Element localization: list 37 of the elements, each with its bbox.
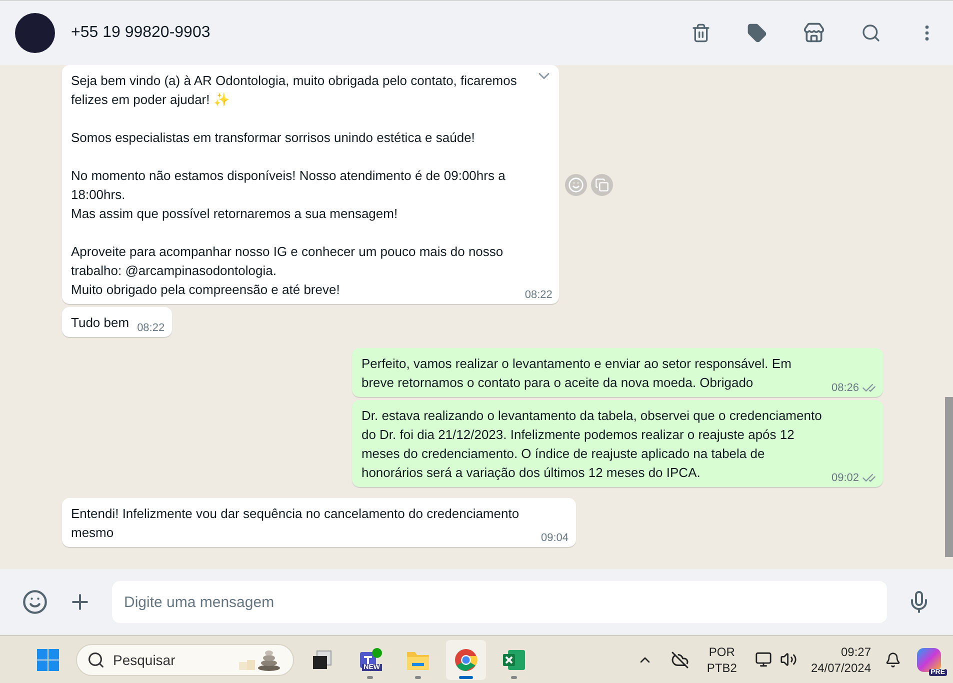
clock-date[interactable]: 24/07/2024 [810, 660, 871, 676]
tag-icon[interactable] [747, 23, 767, 43]
windows-start-icon[interactable] [36, 648, 60, 672]
emoji-icon[interactable] [22, 589, 48, 615]
stones-candles-drawing [237, 648, 283, 672]
message-text: Tudo bem [71, 314, 130, 332]
task-view-icon [311, 648, 333, 670]
taskbar-search-field[interactable]: Pesquisar [76, 644, 294, 676]
message-time: 08:22 [137, 321, 165, 335]
scrollbar[interactable] [945, 397, 953, 557]
cloud-off-icon[interactable] [670, 650, 689, 668]
bell-icon[interactable] [885, 652, 901, 668]
store-icon[interactable] [803, 22, 825, 44]
volume-icon[interactable] [780, 651, 797, 668]
spreadsheet-icon [502, 648, 526, 670]
contact-name[interactable]: +55 19 99820-9903 [71, 24, 655, 42]
search-icon [87, 650, 105, 668]
message-input[interactable]: Digite uma mensagem [112, 581, 887, 623]
message-text: Seja bem vindo (a) à AR Odontologia, muito obrigada pelo contato, ficaremos felizes em poder ajudar! ✨ Somos especialistas em transformar sorrisos unindo estética e saúde! No momento não estamos disponíveis! Nosso atendimento é de 09:00hrs a 18:00hrs. Mas assim que possível retornaremos a sua mensagem! Aproveite para acompanhar nosso IG e conhecer um pouco mais do nosso trabalho: @arcampinasodontologia. Muito obrigado pela compreensão e até breve! [71, 72, 517, 299]
message-time: 08:26 [831, 381, 859, 395]
keyboard-layout[interactable]: PTB2 [706, 660, 737, 676]
trash-icon[interactable] [691, 23, 711, 43]
message-time: 08:22 [524, 288, 552, 302]
message-time: 09:04 [541, 531, 569, 545]
network-icon[interactable] [754, 651, 772, 668]
clock-time[interactable]: 09:27 [840, 644, 871, 660]
search-placeholder: Pesquisar [113, 652, 176, 668]
double-check-icon [862, 471, 876, 485]
chrome-icon [454, 648, 478, 672]
message-text: Entendi! Infelizmente vou dar sequência no cancelamento do credenciamento mesmo [71, 505, 520, 542]
message-time: 09:02 [831, 471, 859, 485]
language-indicator[interactable]: POR [708, 644, 735, 660]
message-text: Perfeito, vamos realizar o levantamento e enviar ao setor responsável. Em breve retornamos o contato para o aceite da nova moeda. Obrigado [361, 355, 792, 392]
search-icon[interactable] [861, 23, 881, 43]
double-check-icon [862, 381, 876, 395]
message-text: Dr. estava realizando o levantamento da tabela, observei que o credenciamento do Dr. foi dia 21/12/2023. Infelizmente podemos realizar o reajuste após 12 meses do credenciamento. O índice de reajuste aplicado na tabela de honorários será a variação dos últimos 12 meses do IPCA. [361, 407, 823, 482]
contact-avatar[interactable] [15, 13, 55, 53]
